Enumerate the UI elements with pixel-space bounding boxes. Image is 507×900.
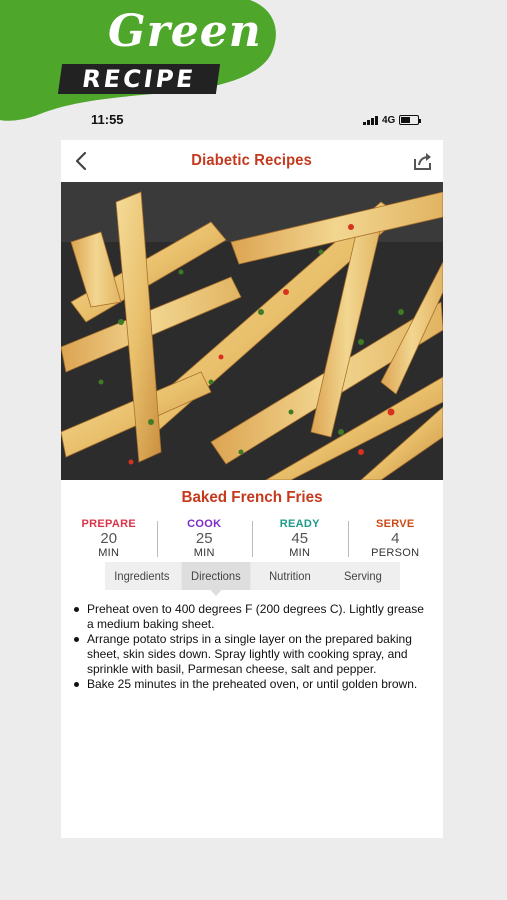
stat-unit: MIN (98, 547, 120, 559)
stat-value: 45 (291, 530, 309, 547)
signal-icon (363, 115, 378, 125)
stat-value: 25 (195, 530, 213, 547)
stat-ready: READY 45 MIN (252, 518, 348, 562)
network-label: 4G (382, 114, 396, 126)
tab-nutrition[interactable]: Nutrition (255, 562, 324, 590)
status-time: 11:55 (91, 112, 124, 127)
brand-recipe-text: RECIPE (57, 64, 221, 94)
stat-unit: MIN (193, 547, 215, 559)
recipe-stats: PREPARE 20 MIN COOK 25 MIN READY 45 MIN … (61, 518, 443, 562)
list-item: Preheat oven to 400 degrees F (200 degre… (73, 602, 433, 632)
status-indicators: 4G (363, 113, 422, 127)
brand-logo: Green RECIPE (0, 0, 290, 125)
battery-icon (399, 115, 422, 125)
brand-green-text: Green (108, 6, 262, 57)
stat-cook: COOK 25 MIN (156, 518, 253, 562)
stat-serve: SERVE 4 PERSON (347, 518, 444, 562)
recipe-screen: Diabetic Recipes Baked French Fries PREP… (61, 140, 443, 838)
chevron-left-icon[interactable] (71, 150, 93, 172)
tab-directions[interactable]: Directions (181, 562, 250, 596)
stat-unit: MIN (289, 547, 311, 559)
list-item: Arrange potato strips in a single layer … (73, 632, 433, 677)
stat-value: 4 (391, 530, 400, 547)
stat-prepare: PREPARE 20 MIN (61, 518, 157, 562)
nav-title: Diabetic Recipes (191, 152, 313, 169)
directions-list: Preheat oven to 400 degrees F (200 degre… (73, 602, 433, 692)
tab-ingredients[interactable]: Ingredients (108, 562, 177, 590)
recipe-tabs: Ingredients Directions Nutrition Serving (105, 562, 400, 596)
recipe-photo (61, 182, 443, 480)
nav-bar: Diabetic Recipes (61, 140, 443, 182)
list-item: Bake 25 minutes in the preheated oven, o… (73, 677, 433, 692)
stat-unit: PERSON (371, 547, 420, 559)
share-icon[interactable] (411, 150, 435, 172)
stat-value: 20 (100, 530, 118, 547)
tab-serving[interactable]: Serving (329, 562, 398, 590)
recipe-title: Baked French Fries (181, 489, 323, 506)
